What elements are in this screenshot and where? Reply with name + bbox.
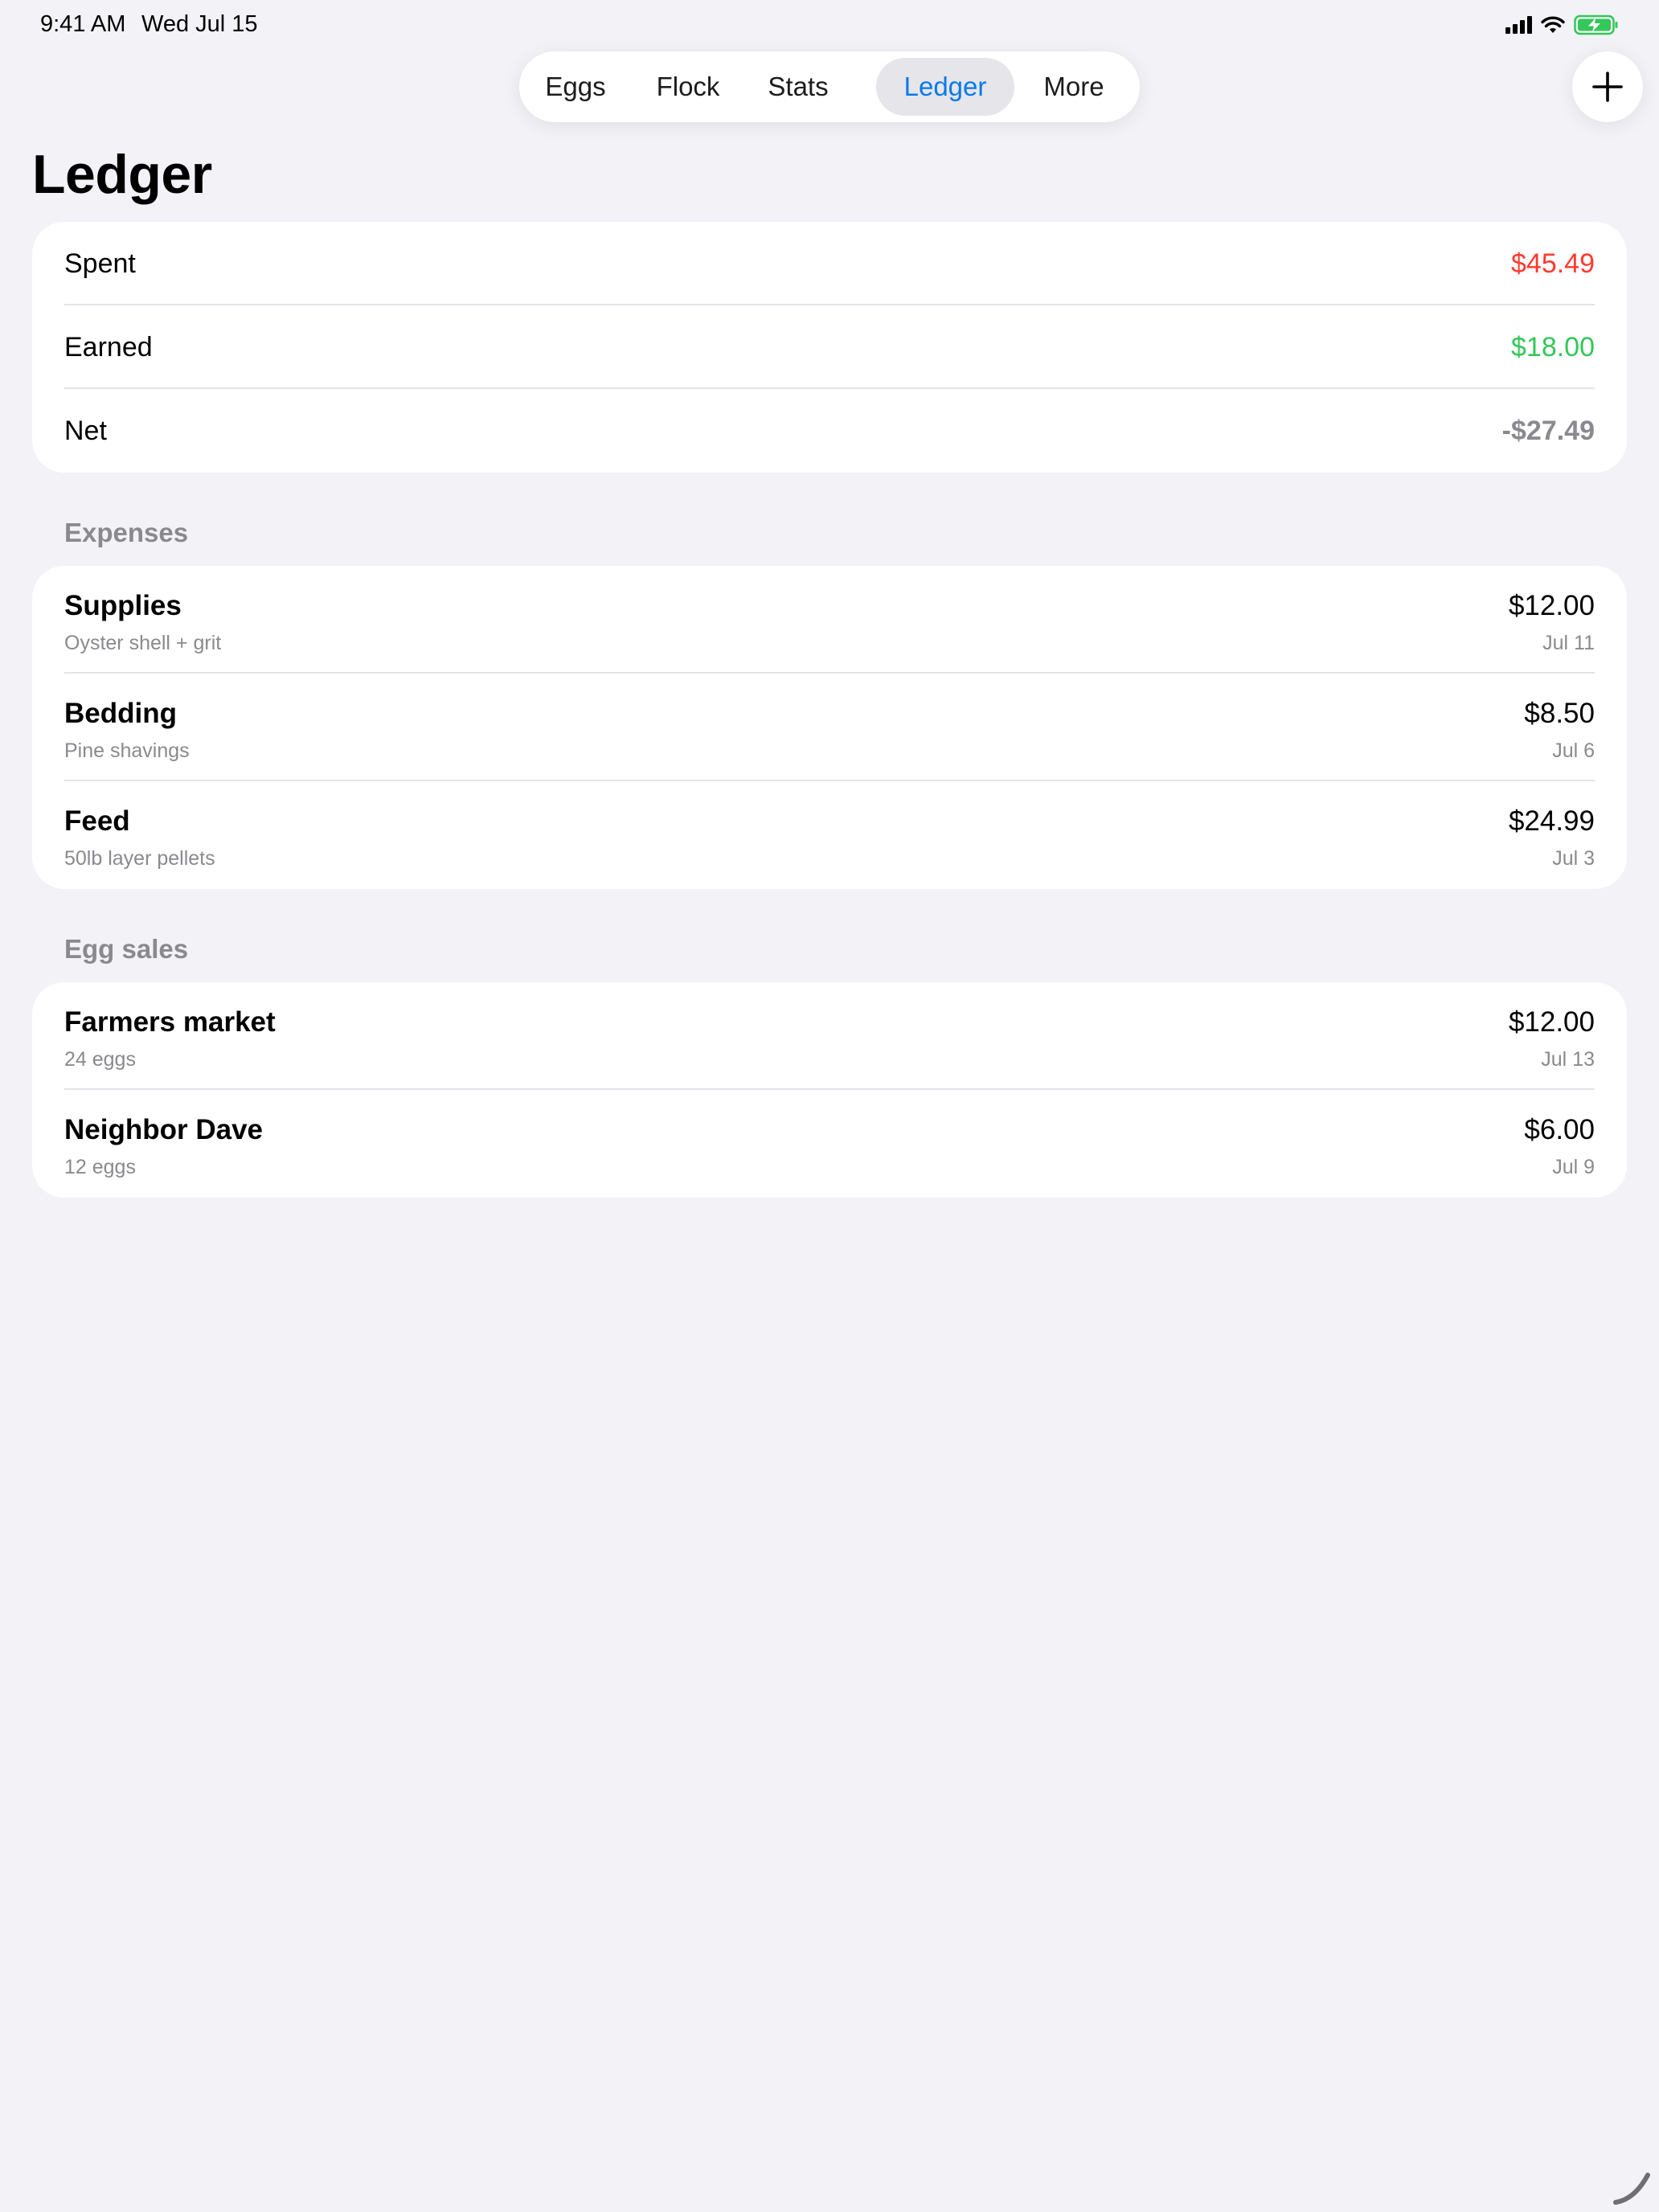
tab-eggs[interactable]: Eggs bbox=[529, 58, 622, 116]
sale-title: Neighbor Dave bbox=[64, 1114, 263, 1145]
net-label: Net bbox=[64, 416, 107, 446]
plus-icon bbox=[1592, 72, 1623, 102]
page-title: Ledger bbox=[32, 144, 212, 205]
sale-subtitle: 24 eggs bbox=[64, 1048, 136, 1071]
expense-date: Jul 11 bbox=[1542, 632, 1595, 654]
expense-title: Bedding bbox=[64, 698, 177, 729]
expense-subtitle: 50lb layer pellets bbox=[64, 847, 215, 870]
expense-amount: $8.50 bbox=[1524, 698, 1595, 729]
status-time: 9:41 AM bbox=[40, 11, 126, 37]
expense-title: Feed bbox=[64, 805, 130, 837]
spent-value: $45.49 bbox=[1511, 248, 1595, 279]
expense-amount: $12.00 bbox=[1508, 590, 1595, 621]
spent-label: Spent bbox=[64, 248, 136, 279]
summary-row-net: Net -$27.49 bbox=[32, 389, 1627, 473]
earned-label: Earned bbox=[64, 332, 153, 363]
ledger-screen: 9:41 AM Wed Jul 15 Eggs Flock Stats Ledg… bbox=[0, 0, 1659, 2212]
sale-row[interactable]: Farmers market 24 eggs $12.00 Jul 13 bbox=[32, 982, 1627, 1090]
egg-sales-section-header: Egg sales bbox=[64, 934, 189, 964]
tab-more[interactable]: More bbox=[1026, 58, 1122, 116]
sale-row[interactable]: Neighbor Dave 12 eggs $6.00 Jul 9 bbox=[32, 1090, 1627, 1198]
egg-sales-card: Farmers market 24 eggs $12.00 Jul 13 Nei… bbox=[32, 982, 1627, 1198]
net-value: -$27.49 bbox=[1501, 416, 1595, 446]
expense-row[interactable]: Feed 50lb layer pellets $24.99 Jul 3 bbox=[32, 781, 1627, 889]
status-icons bbox=[1505, 14, 1619, 35]
status-bar: 9:41 AM Wed Jul 15 bbox=[0, 0, 1659, 51]
cellular-signal-icon bbox=[1505, 16, 1532, 34]
sale-date: Jul 9 bbox=[1552, 1156, 1595, 1178]
tab-stats[interactable]: Stats bbox=[754, 58, 842, 116]
sale-amount: $6.00 bbox=[1524, 1114, 1595, 1145]
expense-date: Jul 6 bbox=[1552, 739, 1595, 762]
summary-row-spent: Spent $45.49 bbox=[32, 222, 1627, 305]
sale-subtitle: 12 eggs bbox=[64, 1156, 136, 1178]
expense-title: Supplies bbox=[64, 590, 182, 621]
sale-amount: $12.00 bbox=[1508, 1006, 1595, 1038]
summary-row-earned: Earned $18.00 bbox=[32, 305, 1627, 389]
sale-title: Farmers market bbox=[64, 1006, 276, 1038]
sale-date: Jul 13 bbox=[1541, 1048, 1595, 1071]
home-indicator[interactable] bbox=[1611, 2167, 1651, 2207]
expense-row[interactable]: Supplies Oyster shell + grit $12.00 Jul … bbox=[32, 566, 1627, 674]
expense-date: Jul 3 bbox=[1552, 847, 1595, 870]
expense-amount: $24.99 bbox=[1508, 805, 1595, 837]
tab-flock[interactable]: Flock bbox=[638, 58, 738, 116]
status-date: Wed Jul 15 bbox=[141, 11, 258, 37]
tab-ledger[interactable]: Ledger bbox=[876, 58, 1014, 116]
wifi-icon bbox=[1541, 16, 1565, 33]
expense-subtitle: Pine shavings bbox=[64, 739, 190, 762]
earned-value: $18.00 bbox=[1511, 332, 1595, 363]
battery-charging-icon bbox=[1574, 14, 1618, 35]
summary-card: Spent $45.49 Earned $18.00 Net -$27.49 bbox=[32, 222, 1627, 473]
expense-row[interactable]: Bedding Pine shavings $8.50 Jul 6 bbox=[32, 674, 1627, 781]
expenses-card: Supplies Oyster shell + grit $12.00 Jul … bbox=[32, 566, 1627, 889]
add-button[interactable] bbox=[1572, 51, 1643, 122]
expense-subtitle: Oyster shell + grit bbox=[64, 632, 222, 654]
tab-bar: Eggs Flock Stats Ledger More bbox=[519, 51, 1140, 122]
expenses-section-header: Expenses bbox=[64, 518, 189, 547]
